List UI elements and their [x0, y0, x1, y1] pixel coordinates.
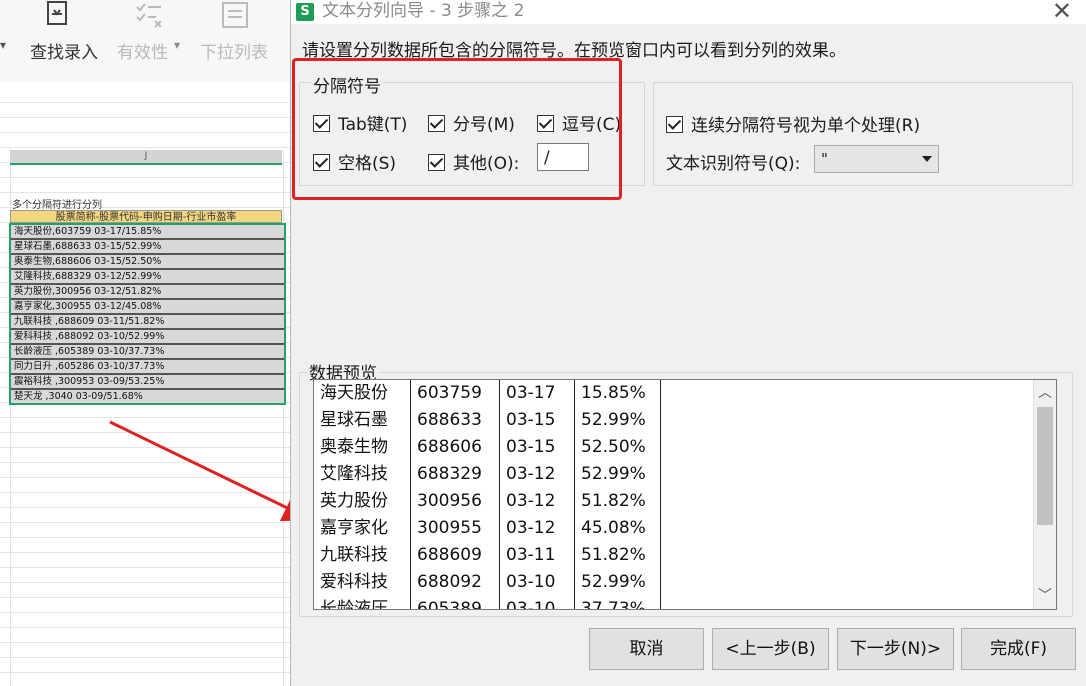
preview-cell[interactable]: 03-11: [500, 542, 575, 569]
preview-cell[interactable]: 603759: [411, 380, 500, 407]
preview-row: 艾隆科技 688329 03-12 52.99%: [314, 461, 1056, 488]
dialog-title: 文本分列向导 - 3 步骤之 2: [322, 1, 525, 21]
preview-row: 爱科科技 688092 03-10 52.99%: [314, 569, 1056, 596]
preview-cell[interactable]: 45.08%: [575, 515, 661, 542]
preview-cell[interactable]: 爱科科技: [314, 569, 411, 596]
preview-cell[interactable]: 300955: [411, 515, 500, 542]
preview-row: 奥泰生物 688606 03-15 52.50%: [314, 434, 1056, 461]
comma-label: 逗号(C): [562, 115, 622, 135]
dialog-titlebar[interactable]: S 文本分列向导 - 3 步骤之 2 ✕: [291, 0, 1086, 24]
preview-cell[interactable]: 52.99%: [575, 407, 661, 434]
finish-button[interactable]: 完成(F): [961, 628, 1076, 670]
checkbox-checked-icon: [428, 115, 445, 132]
tab-checkbox[interactable]: Tab键(T): [313, 110, 407, 135]
preview-cell[interactable]: 星球石墨: [314, 407, 411, 434]
comma-checkbox[interactable]: 逗号(C): [537, 110, 621, 135]
preview-cell[interactable]: 03-15: [500, 434, 575, 461]
preview-cell[interactable]: 51.82%: [575, 488, 661, 515]
next-step-button[interactable]: 下一步(N)>: [837, 628, 954, 670]
preview-row: 长龄液压 605389 03-10 37.73%: [314, 596, 1056, 609]
preview-row: 星球石墨 688633 03-15 52.99%: [314, 407, 1056, 434]
preview-cell[interactable]: 奥泰生物: [314, 434, 411, 461]
red-arrow-annotation: [109, 420, 314, 522]
preview-cell[interactable]: 英力股份: [314, 488, 411, 515]
preview-cell[interactable]: 03-10: [500, 569, 575, 596]
preview-cell[interactable]: 300956: [411, 488, 500, 515]
checkbox-checked-icon: [537, 115, 554, 132]
text-to-columns-dialog: S 文本分列向导 - 3 步骤之 2 ✕ 请设置分列数据所包含的分隔符号。在预览…: [290, 0, 1086, 686]
semicolon-label: 分号(M): [453, 115, 515, 135]
checkbox-checked-icon: [313, 115, 330, 132]
other-label: 其他(O):: [453, 154, 520, 174]
tab-label: Tab键(T): [338, 115, 408, 135]
preview-cell[interactable]: 03-12: [500, 488, 575, 515]
preview-cell[interactable]: 688633: [411, 407, 500, 434]
consecutive-delimiters-checkbox[interactable]: 连续分隔符号视为单个处理(R): [666, 111, 920, 136]
checkbox-checked-icon: [428, 154, 445, 171]
chevron-down-icon[interactable]: ﹀: [1034, 585, 1056, 607]
text-qualifier-label: 文本识别符号(Q):: [666, 154, 801, 174]
text-qualifier-select[interactable]: ": [814, 145, 939, 173]
preview-cell[interactable]: 37.73%: [575, 596, 661, 609]
instruction-text: 请设置分列数据所包含的分隔符号。在预览窗口内可以看到分列的效果。: [302, 41, 846, 61]
preview-row: 英力股份 300956 03-12 51.82%: [314, 488, 1056, 515]
checkbox-checked-icon: [666, 116, 683, 133]
close-button[interactable]: ✕: [1052, 0, 1072, 23]
preview-cell[interactable]: 艾隆科技: [314, 461, 411, 488]
delimiters-legend: 分隔符号: [311, 72, 383, 97]
text-qualifier-value: ": [821, 150, 828, 168]
other-delimiter-input[interactable]: /: [537, 143, 589, 171]
preview-cell[interactable]: 嘉亨家化: [314, 515, 411, 542]
chevron-up-icon[interactable]: ︿: [1034, 382, 1056, 404]
preview-cell[interactable]: 605389: [411, 596, 500, 609]
space-label: 空格(S): [338, 154, 397, 174]
preview-row: 嘉亨家化 300955 03-12 45.08%: [314, 515, 1056, 542]
preview-cell[interactable]: 688609: [411, 542, 500, 569]
space-checkbox[interactable]: 空格(S): [313, 149, 396, 174]
preview-row: 九联科技 688609 03-11 51.82%: [314, 542, 1056, 569]
preview-scrollbar[interactable]: ︿ ﹀: [1033, 380, 1056, 609]
preview-cell[interactable]: 52.99%: [575, 569, 661, 596]
preview-cell[interactable]: 海天股份: [314, 380, 411, 407]
other-checkbox[interactable]: 其他(O):: [428, 149, 519, 174]
preview-cell[interactable]: 51.82%: [575, 542, 661, 569]
preview-cell[interactable]: 长龄液压: [314, 596, 411, 609]
semicolon-checkbox[interactable]: 分号(M): [428, 110, 515, 135]
preview-cell[interactable]: 九联科技: [314, 542, 411, 569]
preview-cell[interactable]: 688606: [411, 434, 500, 461]
chevron-down-icon: [922, 156, 932, 162]
previous-step-button[interactable]: <上一步(B): [712, 628, 829, 670]
preview-cell[interactable]: 688329: [411, 461, 500, 488]
preview-cell[interactable]: 03-12: [500, 461, 575, 488]
checkbox-checked-icon: [313, 154, 330, 171]
scrollbar-thumb[interactable]: [1037, 407, 1053, 525]
preview-cell[interactable]: 03-17: [500, 380, 575, 407]
preview-cell[interactable]: 688092: [411, 569, 500, 596]
preview-cell[interactable]: 52.50%: [575, 434, 661, 461]
preview-cell[interactable]: 03-15: [500, 407, 575, 434]
preview-cell[interactable]: 03-10: [500, 596, 575, 609]
preview-cell[interactable]: 52.99%: [575, 461, 661, 488]
wps-sheet-icon: S: [296, 3, 314, 21]
data-preview[interactable]: 海天股份 603759 03-17 15.85% 星球石墨 688633 03-15 52.…: [313, 379, 1057, 610]
cancel-button[interactable]: 取消: [589, 628, 704, 670]
preview-cell[interactable]: 03-12: [500, 515, 575, 542]
preview-row: 海天股份 603759 03-17 15.85%: [314, 380, 1056, 407]
consecutive-label: 连续分隔符号视为单个处理(R): [691, 116, 921, 136]
preview-cell[interactable]: 15.85%: [575, 380, 661, 407]
